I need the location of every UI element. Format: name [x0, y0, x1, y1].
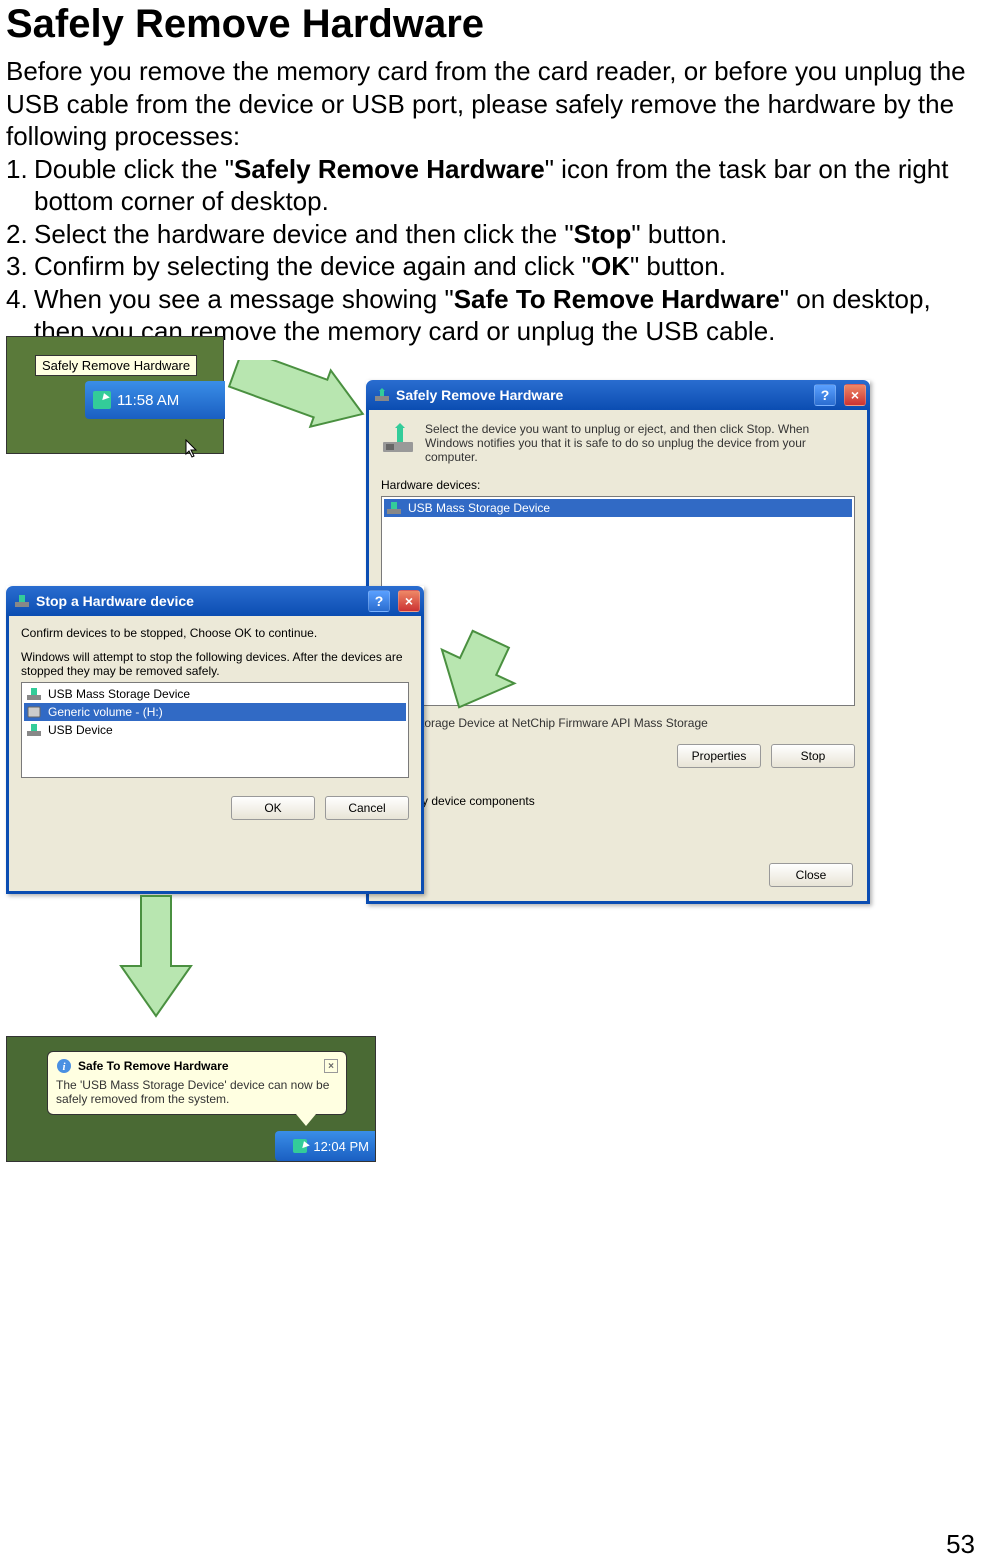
arrow-icon [222, 360, 372, 450]
stop-hardware-dialog: Stop a Hardware device ? × Confirm devic… [6, 586, 424, 894]
properties-button[interactable]: Properties [677, 744, 761, 768]
dialog-titlebar: Stop a Hardware device ? × [6, 586, 424, 616]
help-button[interactable]: ? [368, 590, 390, 612]
list-item[interactable]: USB Mass Storage Device [24, 685, 406, 703]
intro-text: Before you remove the memory card from t… [0, 55, 985, 153]
usb-device-icon [386, 500, 402, 516]
usb-device-icon [26, 686, 42, 702]
arrow-icon [106, 886, 206, 1026]
dialog-description: Select the device you want to unplug or … [425, 422, 855, 464]
list-item[interactable]: USB Device [24, 721, 406, 739]
usb-device-icon [26, 722, 42, 738]
notification-balloon: i Safe To Remove Hardware × The 'USB Mas… [47, 1051, 347, 1115]
cancel-button[interactable]: Cancel [325, 796, 409, 820]
figure-safe-to-remove-balloon: i Safe To Remove Hardware × The 'USB Mas… [6, 1036, 376, 1162]
step-1: 1. Double click the "Safely Remove Hardw… [6, 153, 979, 218]
safely-remove-tray-icon[interactable] [293, 1139, 307, 1153]
arrow-icon [416, 616, 526, 726]
hardware-icon [14, 593, 30, 609]
close-button[interactable]: × [844, 384, 866, 406]
stop-confirm-text: Confirm devices to be stopped, Choose OK… [21, 626, 409, 640]
step-2: 2. Select the hardware device and then c… [6, 218, 979, 251]
step-3: 3. Confirm by selecting the device again… [6, 250, 979, 283]
ok-button[interactable]: OK [231, 796, 315, 820]
hardware-devices-label: Hardware devices: [381, 478, 855, 492]
balloon-body: The 'USB Mass Storage Device' device can… [56, 1078, 338, 1106]
hardware-icon [381, 422, 415, 456]
page-number: 53 [946, 1529, 975, 1560]
balloon-close-button[interactable]: × [324, 1059, 338, 1073]
close-button[interactable]: × [398, 590, 420, 612]
cursor-icon [185, 439, 199, 459]
dialog-title: Stop a Hardware device [36, 593, 194, 609]
info-icon: i [56, 1058, 72, 1074]
dialog-titlebar: Safely Remove Hardware ? × [366, 380, 870, 410]
dialog-title: Safely Remove Hardware [396, 387, 563, 403]
step-list: 1. Double click the "Safely Remove Hardw… [0, 153, 985, 348]
help-button[interactable]: ? [814, 384, 836, 406]
close-dialog-button[interactable]: Close [769, 863, 853, 887]
list-item[interactable]: USB Mass Storage Device [384, 499, 852, 517]
hardware-icon [374, 387, 390, 403]
system-tray: 11:58 AM [85, 381, 225, 419]
balloon-title: Safe To Remove Hardware [78, 1059, 229, 1073]
page-title: Safely Remove Hardware [0, 0, 985, 55]
figure-taskbar-tooltip: Safely Remove Hardware 11:58 AM [6, 336, 224, 454]
system-tray: 12:04 PM [275, 1131, 375, 1161]
stop-button[interactable]: Stop [771, 744, 855, 768]
stop-warning-text: Windows will attempt to stop the followi… [21, 650, 409, 678]
tray-clock: 11:58 AM [117, 392, 179, 409]
list-item[interactable]: Generic volume - (H:) [24, 703, 406, 721]
volume-icon [26, 704, 42, 720]
tray-clock: 12:04 PM [313, 1139, 369, 1154]
safely-remove-tray-icon[interactable] [93, 391, 111, 409]
tray-tooltip: Safely Remove Hardware [35, 355, 197, 376]
figure-area: Safely Remove Hardware 11:58 AM Safely R… [6, 336, 876, 1256]
stop-devices-list[interactable]: USB Mass Storage Device Generic volume -… [21, 682, 409, 778]
